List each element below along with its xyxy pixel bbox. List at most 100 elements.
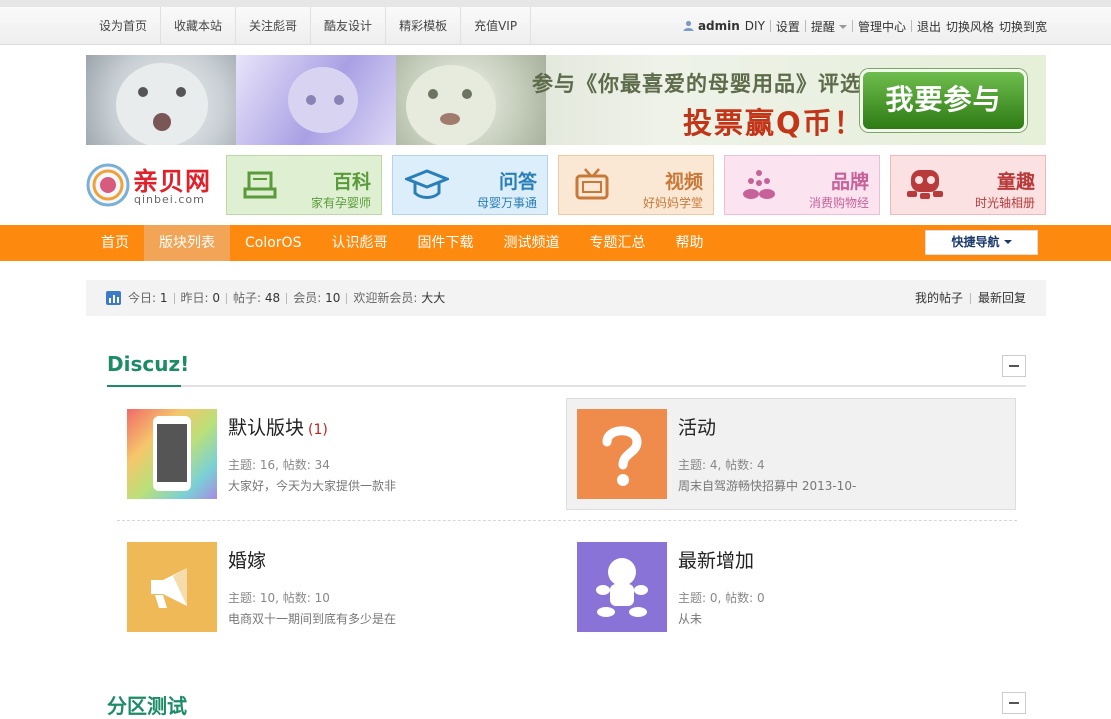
tv-icon xyxy=(575,168,609,200)
grad-cap-icon xyxy=(405,169,449,199)
settings-link[interactable]: 设置 xyxy=(771,18,805,35)
nav-item-home[interactable]: 首页 xyxy=(86,225,144,261)
main-nav: 首页 版块列表 ColorOS 认识彪哥 固件下载 测试频道 专题汇总 帮助 快… xyxy=(0,225,1111,261)
section-title[interactable]: 分区测试 xyxy=(107,690,187,719)
brand-icon xyxy=(743,170,775,199)
site-logo[interactable]: 亲贝网 qinbei.com xyxy=(86,162,220,208)
user-icon xyxy=(683,20,694,31)
last-post-link[interactable]: 电商双十一期间到底有多少是在 xyxy=(228,610,396,627)
baby-photo xyxy=(396,55,546,145)
remind-link[interactable]: 提醒 xyxy=(806,18,852,35)
forum-item[interactable]: 默认版块 (1) 主题: 16, 帖数: 34 大家好，今天为大家提供一款非 xyxy=(117,399,567,511)
diy-link[interactable]: DIY xyxy=(745,19,770,33)
user-menu: admin DIY 设置 提醒 管理中心 退出 切换风格 切换到宽 xyxy=(678,7,1047,45)
chevron-down-icon xyxy=(1003,240,1012,244)
forum-item[interactable]: 活动 主题: 4, 帖数: 4 周末自驾游畅快招募中 2013-10- xyxy=(566,398,1016,510)
nav-item-forums[interactable]: 版块列表 xyxy=(144,225,230,261)
today-label: 今日: xyxy=(128,291,157,305)
switch-wide-link[interactable]: 切换到宽 xyxy=(999,18,1047,35)
forum-name[interactable]: 最新增加 xyxy=(678,550,754,572)
vip-link[interactable]: 充值VIP xyxy=(461,7,532,45)
forum-item[interactable]: 婚嫁 主题: 10, 帖数: 10 电商双十一期间到底有多少是在 xyxy=(117,532,567,644)
forum-name[interactable]: 活动 xyxy=(678,417,716,439)
admin-center-link[interactable]: 管理中心 xyxy=(853,18,911,35)
baby-icon xyxy=(577,542,667,632)
section-title[interactable]: Discuz! xyxy=(107,352,189,376)
nav-item-topics[interactable]: 专题汇总 xyxy=(574,225,660,261)
tray-icon xyxy=(243,171,277,199)
nav-item-about[interactable]: 认识彪哥 xyxy=(316,225,402,261)
today-count: 1 xyxy=(159,291,168,305)
category-subtitle: 消费购物经 xyxy=(808,196,869,210)
members-count: 10 xyxy=(325,291,341,305)
promo-banner[interactable]: 参与《你最喜爱的母婴用品》评选 投票赢Q币！ 我要参与 xyxy=(86,55,1046,145)
category-pinpai[interactable]: 品牌 消费购物经 xyxy=(724,155,880,215)
new-post-count: (1) xyxy=(308,422,328,438)
chart-icon xyxy=(106,291,121,305)
divider xyxy=(286,292,288,304)
posts-count: 48 xyxy=(264,291,281,305)
nav-item-coloros[interactable]: ColorOS xyxy=(230,225,316,261)
row-divider xyxy=(117,520,1017,521)
megaphone-icon xyxy=(127,542,217,632)
stats-bar: 今日: 1 昨日: 0 帖子: 48 会员: 10 欢迎新会员: 大大 我的帖子… xyxy=(86,280,1046,316)
divider xyxy=(173,292,175,304)
category-title: 品牌 xyxy=(830,171,869,193)
members-label: 会员: xyxy=(293,291,322,305)
top-links: 设为首页 收藏本站 关注彪哥 酷友设计 精彩模板 充值VIP xyxy=(86,7,532,45)
nav-item-test[interactable]: 测试频道 xyxy=(488,225,574,261)
category-title: 视频 xyxy=(664,171,703,193)
banner-headline: 参与《你最喜爱的母婴用品》评选 xyxy=(532,72,862,96)
category-subtitle: 时光轴相册 xyxy=(974,196,1035,210)
posts-label: 帖子: xyxy=(233,291,262,305)
category-tongqu[interactable]: 童趣 时光轴相册 xyxy=(890,155,1046,215)
set-homepage-link[interactable]: 设为首页 xyxy=(86,7,162,45)
my-posts-link[interactable]: 我的帖子 xyxy=(915,280,963,316)
templates-link[interactable]: 精彩模板 xyxy=(386,7,462,45)
category-wenda[interactable]: 问答 母婴万事通 xyxy=(392,155,548,215)
chevron-down-icon xyxy=(838,24,847,29)
divider xyxy=(226,292,228,304)
logout-link[interactable]: 退出 xyxy=(912,18,946,35)
follow-link[interactable]: 关注彪哥 xyxy=(236,7,312,45)
baby-photo xyxy=(86,55,236,145)
forum-stats: 主题: 0, 帖数: 0 xyxy=(678,591,765,605)
forum-name[interactable]: 默认版块 xyxy=(228,417,304,439)
yesterday-label: 昨日: xyxy=(180,291,209,305)
banner-subheadline: 投票赢Q币！ xyxy=(683,106,865,140)
quick-nav-button[interactable]: 快捷导航 xyxy=(925,230,1038,255)
toy-icon xyxy=(907,170,943,199)
top-bar: 设为首页 收藏本站 关注彪哥 酷友设计 精彩模板 充值VIP admin DIY… xyxy=(0,0,1111,45)
category-title: 百科 xyxy=(332,171,371,193)
forum-stats: 主题: 16, 帖数: 34 xyxy=(228,458,330,472)
forum-name[interactable]: 婚嫁 xyxy=(228,550,266,572)
category-title: 童趣 xyxy=(996,171,1035,193)
collapse-button[interactable] xyxy=(1002,692,1026,714)
forum-item[interactable]: 最新增加 主题: 0, 帖数: 0 从未 xyxy=(567,532,1017,644)
category-subtitle: 母婴万事通 xyxy=(476,196,537,210)
nav-item-firmware[interactable]: 固件下载 xyxy=(402,225,488,261)
welcome-label: 欢迎新会员: xyxy=(353,291,418,305)
switch-style-link[interactable]: 切换风格 xyxy=(946,18,999,35)
new-member-link[interactable]: 大大 xyxy=(421,280,445,316)
category-shipin[interactable]: 视频 好妈妈学堂 xyxy=(558,155,714,215)
collapse-button[interactable] xyxy=(1002,355,1026,377)
nav-item-help[interactable]: 帮助 xyxy=(660,225,718,261)
forum-stats: 主题: 4, 帖数: 4 xyxy=(678,458,765,472)
baby-photo xyxy=(236,55,396,145)
username-link[interactable]: admin xyxy=(678,19,745,33)
join-button[interactable]: 我要参与 xyxy=(860,69,1027,132)
forum-stats: 主题: 10, 帖数: 10 xyxy=(228,591,330,605)
phone-icon xyxy=(127,409,217,499)
bookmark-link[interactable]: 收藏本站 xyxy=(161,7,237,45)
category-baike[interactable]: 百科 家有孕婴师 xyxy=(226,155,382,215)
divider xyxy=(969,292,971,304)
yesterday-count: 0 xyxy=(212,291,221,305)
last-post-link[interactable]: 大家好，今天为大家提供一款非 xyxy=(228,477,396,494)
category-subtitle: 家有孕婴师 xyxy=(310,196,371,210)
latest-replies-link[interactable]: 最新回复 xyxy=(978,280,1026,316)
category-subtitle: 好妈妈学堂 xyxy=(642,196,703,210)
logo-icon xyxy=(86,163,130,207)
design-link[interactable]: 酷友设计 xyxy=(311,7,387,45)
last-post-link[interactable]: 周末自驾游畅快招募中 2013-10- xyxy=(678,477,856,494)
